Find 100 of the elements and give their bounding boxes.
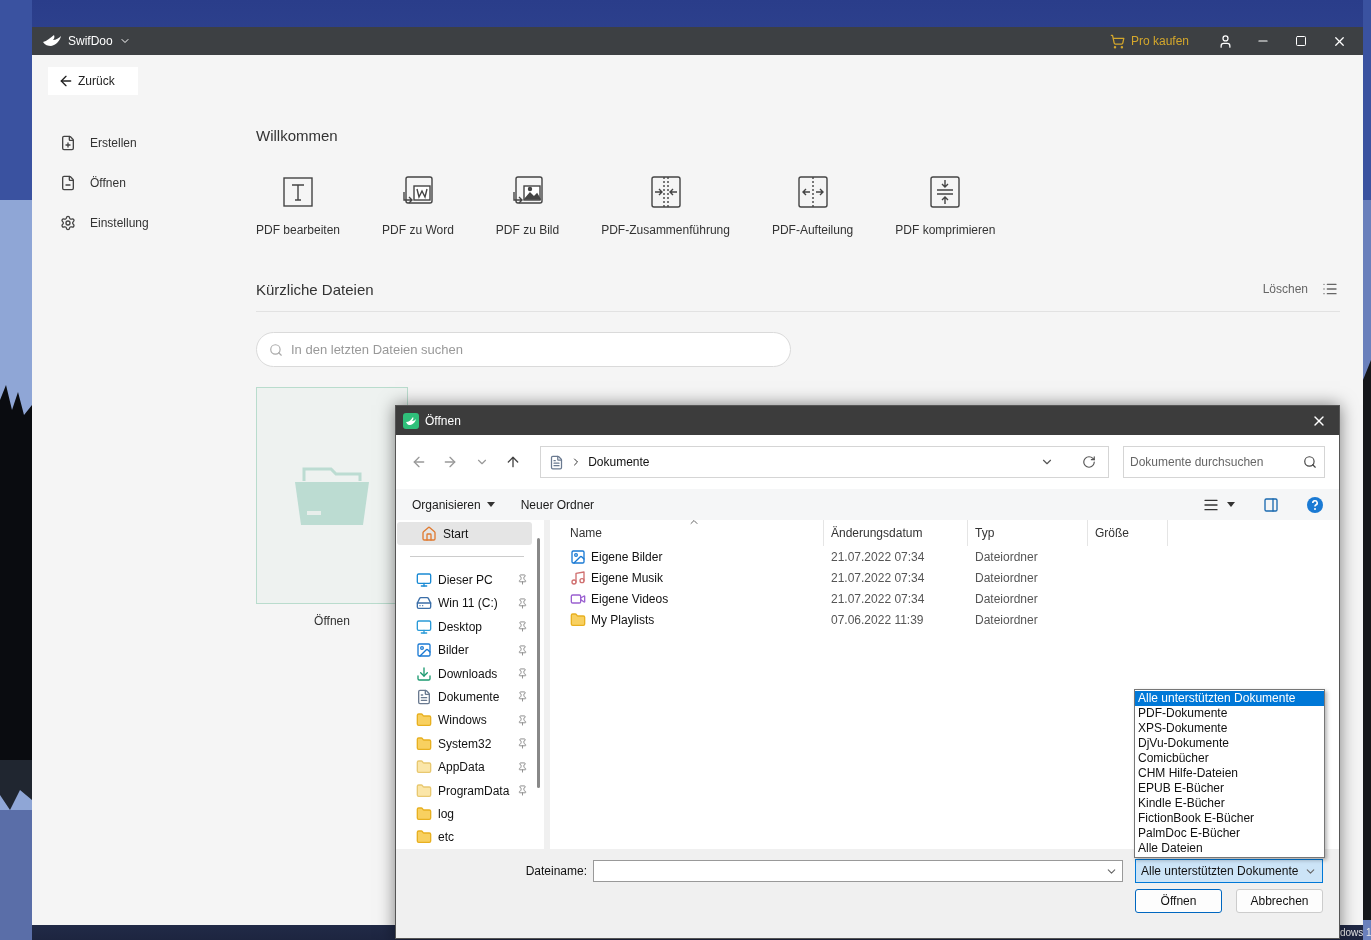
sidebar-item[interactable]: Öffnen	[48, 163, 256, 203]
tool-button[interactable]: PDF zu Bild	[495, 174, 560, 237]
maximize-icon	[1295, 35, 1307, 47]
file-type-dropdown[interactable]: Alle unterstützten Dokumente	[1135, 859, 1323, 883]
file-name[interactable]: My Playlists	[550, 611, 824, 628]
search-icon	[269, 343, 283, 357]
text-edit-icon	[280, 174, 316, 210]
back-button[interactable]: Zurück	[48, 67, 138, 95]
desktop-text: dows 1	[1340, 927, 1371, 938]
open-button[interactable]: Öffnen	[1135, 889, 1222, 913]
section-heading: Kürzliche Dateien	[256, 280, 374, 298]
file-name[interactable]: Eigene Bilder	[550, 548, 824, 565]
table-cell-text: Dateiordner	[974, 612, 1039, 627]
search-icon	[1303, 455, 1317, 469]
file-plus-icon	[60, 135, 76, 151]
nav-item[interactable]: Win 11 (C:)	[396, 591, 544, 616]
dropdown-option[interactable]: Kindle E-Bücher	[1135, 796, 1324, 811]
dropdown-option[interactable]: PDF-Dokumente	[1135, 706, 1324, 721]
nav-item[interactable]: Bilder	[396, 638, 544, 662]
folder-icon	[416, 735, 432, 752]
file-icon	[60, 175, 76, 191]
cart-icon	[1109, 33, 1125, 49]
tool-button[interactable]: PDF zu Word	[382, 174, 454, 237]
column-header[interactable]: Typ	[968, 520, 1088, 546]
monitor-icon	[416, 572, 432, 589]
folder-icon	[295, 466, 369, 525]
dropdown-option[interactable]: CHM Hilfe-Dateien	[1135, 766, 1324, 781]
dropdown-option[interactable]: Alle unterstützten Dokumente	[1135, 691, 1324, 706]
document-icon	[416, 689, 432, 706]
dialog-title: Öffnen	[425, 413, 461, 428]
nav-item[interactable]: etc	[396, 825, 544, 850]
dropdown-option[interactable]: EPUB E-Bücher	[1135, 781, 1324, 796]
nav-item[interactable]: AppData	[396, 755, 544, 779]
column-header[interactable]: Größe	[1088, 520, 1168, 546]
bird-logo-icon	[42, 33, 62, 49]
file-name[interactable]: Eigene Videos	[550, 590, 824, 607]
folder-icon	[416, 712, 432, 729]
image-icon	[416, 642, 432, 659]
tool-button[interactable]: PDF-Aufteilung	[771, 174, 854, 237]
table-cell-text: Dateiordner	[974, 570, 1039, 585]
help-icon	[1307, 496, 1323, 513]
nav-item[interactable]: Start	[397, 522, 532, 546]
dropdown-option[interactable]: XPS-Dokumente	[1135, 721, 1324, 736]
dropdown-option[interactable]: PalmDoc E-Bücher	[1135, 826, 1324, 841]
home-icon	[421, 525, 437, 542]
column-header[interactable]: Name	[550, 520, 824, 546]
table-cell-text: 07.06.2022 11:39	[830, 612, 925, 627]
document-icon	[549, 454, 565, 470]
user-icon	[1217, 33, 1233, 49]
filename-field[interactable]	[593, 860, 1123, 882]
dropdown-option[interactable]: Alle Dateien	[1135, 841, 1324, 856]
tool-button[interactable]: PDF komprimieren	[895, 174, 996, 237]
dropdown-option[interactable]: FictionBook E-Bücher	[1135, 811, 1324, 826]
tool-button[interactable]: PDF-Zusammenführung	[601, 174, 730, 237]
desktop-icon	[416, 618, 432, 635]
clear-link[interactable]: Löschen	[1262, 282, 1308, 296]
table-cell-text: 21.07.2022 07:34	[830, 570, 926, 585]
search-field[interactable]: Dokumente durchsuchen	[1123, 446, 1325, 478]
folder-icon	[416, 829, 432, 846]
caret-icon	[1227, 502, 1235, 507]
nav-item[interactable]: Desktop	[396, 615, 544, 639]
nav-item[interactable]: System32	[396, 732, 544, 756]
nav-item[interactable]: log	[396, 802, 544, 826]
tool-button[interactable]: PDF bearbeiten	[256, 174, 341, 237]
column-header[interactable]: Änderungsdatum	[824, 520, 968, 546]
list-icon	[1322, 281, 1338, 297]
download-icon	[416, 665, 432, 682]
dropdown-option[interactable]: DjVu-Dokumente	[1135, 736, 1324, 751]
nav-item[interactable]: Windows	[396, 708, 544, 733]
settings-icon	[60, 215, 76, 231]
file-name[interactable]: Eigene Musik	[550, 569, 824, 586]
scrollbar-thumb[interactable]	[537, 538, 540, 788]
organize-button[interactable]: Organisieren	[406, 493, 501, 516]
address-bar[interactable]: Dokumente	[540, 446, 1109, 478]
caret-icon	[486, 502, 495, 507]
help-button[interactable]	[1305, 494, 1325, 515]
address-text: Dokumente	[588, 455, 651, 469]
dropdown-option[interactable]: Comicbücher	[1135, 751, 1324, 766]
buy-pro-link[interactable]: Pro kaufen	[1109, 33, 1189, 49]
table-cell-text: Dateiordner	[974, 591, 1039, 606]
folder-icon	[416, 782, 432, 799]
new-folder-button[interactable]: Neuer Ordner	[514, 493, 601, 516]
nav-item[interactable]: Dieser PC	[396, 568, 544, 592]
refresh-icon[interactable]	[1082, 455, 1096, 469]
folder-icon	[416, 759, 432, 776]
table-cell-text: 21.07.2022 07:34	[830, 549, 926, 564]
card-label: Öffnen	[314, 614, 350, 628]
sidebar-item[interactable]: Erstellen	[48, 123, 256, 163]
cancel-button[interactable]: Abbrechen	[1236, 889, 1323, 913]
app-title: SwifDoo	[68, 34, 113, 48]
panel-icon	[1263, 496, 1279, 513]
nav-item[interactable]: Downloads	[396, 661, 544, 686]
nav-item[interactable]: Dokumente	[396, 685, 544, 709]
image-icon	[570, 548, 586, 565]
app-icon	[403, 412, 419, 429]
sidebar-item[interactable]: Einstellung	[48, 203, 256, 243]
folder-icon	[416, 806, 432, 822]
nav-item[interactable]: ProgramData	[396, 778, 544, 803]
search-field[interactable]: In den letzten Dateien suchen	[256, 332, 791, 367]
field-label: Dateiname:	[525, 864, 587, 878]
